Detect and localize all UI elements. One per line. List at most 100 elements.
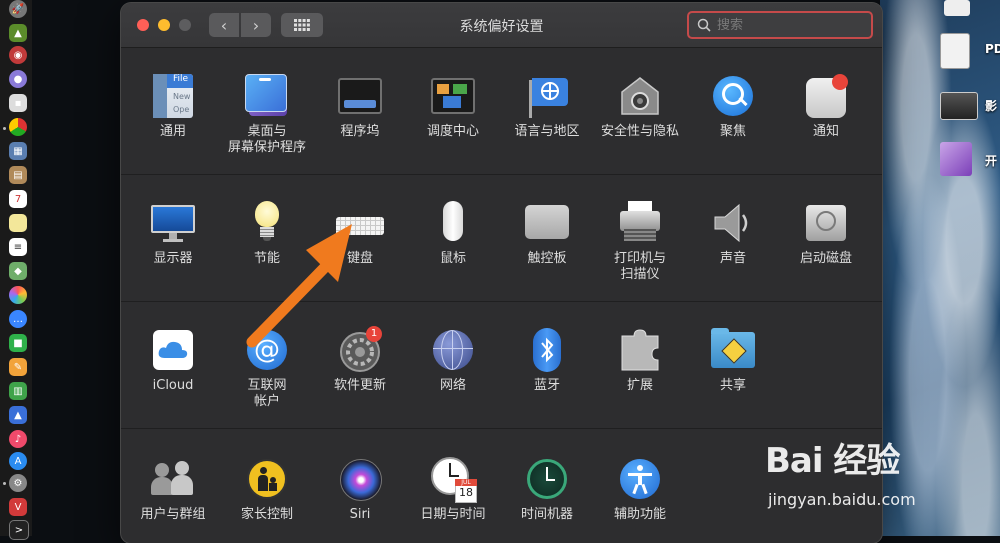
app-icon[interactable]: ● xyxy=(9,70,27,88)
search-input[interactable] xyxy=(715,16,869,34)
preview-icon[interactable]: ▦ xyxy=(9,142,27,160)
pane-energy-saver[interactable]: 节能 xyxy=(221,201,313,267)
desktop-screensaver-icon xyxy=(245,74,289,118)
purple-app-file-icon[interactable] xyxy=(940,142,972,176)
pane-startup-disk[interactable]: 启动磁盘 xyxy=(780,201,872,267)
video-file-icon[interactable] xyxy=(940,92,978,120)
pane-internet-accounts[interactable]: @ 互联网 帐户 xyxy=(221,328,313,410)
pane-label: 显示器 xyxy=(153,251,193,266)
security-privacy-icon xyxy=(618,74,662,118)
pane-label: 安全性与隐私 xyxy=(600,124,679,139)
pane-label: iCloud xyxy=(152,378,194,393)
notifications-icon xyxy=(804,74,848,118)
notes-icon[interactable]: ▤ xyxy=(9,166,27,184)
pane-general[interactable]: File New Ope 通用 xyxy=(127,74,219,140)
desktop-file-label: 开 xyxy=(985,154,998,168)
internet-accounts-icon: @ xyxy=(245,328,289,372)
pane-displays[interactable]: 显示器 xyxy=(127,201,219,267)
desktop-file-label: PD xyxy=(985,42,1000,56)
network-icon xyxy=(431,328,475,372)
document-file-icon[interactable] xyxy=(944,0,970,16)
language-region-icon xyxy=(525,74,569,118)
facetime-icon[interactable]: ■ xyxy=(9,334,27,352)
pages-icon[interactable]: ✎ xyxy=(9,358,27,376)
pane-desktop-screensaver[interactable]: 桌面与 屏幕保护程序 xyxy=(221,74,313,156)
vivaldi-icon[interactable]: V xyxy=(9,498,27,516)
software-update-icon: 1 xyxy=(338,326,382,372)
mission-control-icon xyxy=(431,74,475,118)
pane-label: 打印机与 扫描仪 xyxy=(613,251,666,282)
pane-label: 桌面与 屏幕保护程序 xyxy=(227,124,306,155)
numbers-icon[interactable]: ▥ xyxy=(9,382,27,400)
pane-time-machine[interactable]: 时间机器 xyxy=(501,457,593,523)
maps-icon[interactable]: ◆ xyxy=(9,262,27,280)
pane-label: 节能 xyxy=(253,251,280,266)
pane-printers-scanners[interactable]: 打印机与 扫描仪 xyxy=(594,201,686,283)
pane-label: 聚焦 xyxy=(719,124,746,139)
pane-mission-control[interactable]: 调度中心 xyxy=(407,74,499,140)
general-icon-text: File xyxy=(173,74,189,84)
pane-siri[interactable]: Siri xyxy=(314,457,406,523)
running-indicator xyxy=(3,127,6,130)
search-field[interactable] xyxy=(687,11,873,39)
preferences-row-2: 显示器 节能 键盘 鼠标 触控板 打印机与 扫描仪 声音 启动磁盘 xyxy=(121,175,882,302)
pane-accessibility[interactable]: 辅助功能 xyxy=(594,457,686,523)
app-icon[interactable]: ▪ xyxy=(9,94,27,112)
pane-label: 语言与地区 xyxy=(514,124,580,139)
pane-date-time[interactable]: JUL 18 日期与时间 xyxy=(407,457,499,523)
date-time-icon: JUL 18 xyxy=(431,457,477,503)
messages-icon[interactable]: … xyxy=(9,310,27,328)
pane-keyboard[interactable]: 键盘 xyxy=(314,201,406,267)
music-icon[interactable]: ♪ xyxy=(9,430,27,448)
pane-bluetooth[interactable]: 蓝牙 xyxy=(501,328,593,394)
pane-network[interactable]: 网络 xyxy=(407,328,499,394)
pane-parental-controls[interactable]: 家长控制 xyxy=(221,457,313,523)
users-groups-icon xyxy=(151,457,195,501)
title-bar: ‹ › 系统偏好设置 xyxy=(121,3,882,48)
pane-users-groups[interactable]: 用户与群组 xyxy=(127,457,219,523)
pane-sharing[interactable]: 共享 xyxy=(687,328,779,394)
pane-extensions[interactable]: 扩展 xyxy=(594,328,686,394)
calendar-month: JUL xyxy=(455,479,477,486)
launchpad-rocket-icon[interactable]: 🚀 xyxy=(9,0,27,18)
photos-icon[interactable] xyxy=(9,286,27,304)
pane-language-region[interactable]: 语言与地区 xyxy=(501,74,593,140)
pane-label: 家长控制 xyxy=(240,507,293,522)
pane-icloud[interactable]: iCloud xyxy=(127,328,219,394)
pane-sound[interactable]: 声音 xyxy=(687,201,779,267)
chrome-icon[interactable] xyxy=(9,118,27,136)
reminders-icon[interactable]: ≡ xyxy=(9,238,27,256)
pane-label: 软件更新 xyxy=(333,378,386,393)
pane-trackpad[interactable]: 触控板 xyxy=(501,201,593,267)
pane-label: 辅助功能 xyxy=(613,507,666,522)
notes-icon[interactable] xyxy=(9,214,27,232)
app-icon[interactable]: ◉ xyxy=(9,46,27,64)
pane-spotlight[interactable]: 聚焦 xyxy=(687,74,779,140)
document-file-icon[interactable] xyxy=(940,33,970,69)
watermark-brand: Bai 经验 xyxy=(765,441,900,481)
app-store-icon[interactable]: A xyxy=(9,452,27,470)
pane-security-privacy[interactable]: 安全性与隐私 xyxy=(594,74,686,140)
desktop-file-label: 影 xyxy=(985,99,998,113)
pane-label: 程序坞 xyxy=(340,124,380,139)
terminal-icon[interactable]: > xyxy=(9,520,29,540)
pane-dock[interactable]: 程序坞 xyxy=(314,74,406,140)
pane-label: 时间机器 xyxy=(520,507,573,522)
calendar-icon[interactable]: 7 xyxy=(9,190,27,208)
pane-label: 启动磁盘 xyxy=(799,251,852,266)
pane-label: 调度中心 xyxy=(426,124,479,139)
pane-label: 日期与时间 xyxy=(420,507,486,522)
watermark-url: jingyan.baidu.com xyxy=(768,490,916,509)
android-icon[interactable]: ▲ xyxy=(9,24,27,42)
siri-icon xyxy=(338,457,382,501)
general-icon-text: New xyxy=(173,92,191,101)
system-preferences-icon[interactable]: ⚙ xyxy=(9,474,27,492)
pane-notifications[interactable]: 通知 xyxy=(780,74,872,140)
pane-label: 触控板 xyxy=(527,251,567,266)
pane-label: 扩展 xyxy=(626,378,653,393)
pane-mouse[interactable]: 鼠标 xyxy=(407,201,499,267)
pane-label: Siri xyxy=(349,507,371,522)
pane-software-update[interactable]: 1 软件更新 xyxy=(314,326,406,394)
spotlight-icon xyxy=(711,74,755,118)
keynote-icon[interactable]: ▲ xyxy=(9,406,27,424)
